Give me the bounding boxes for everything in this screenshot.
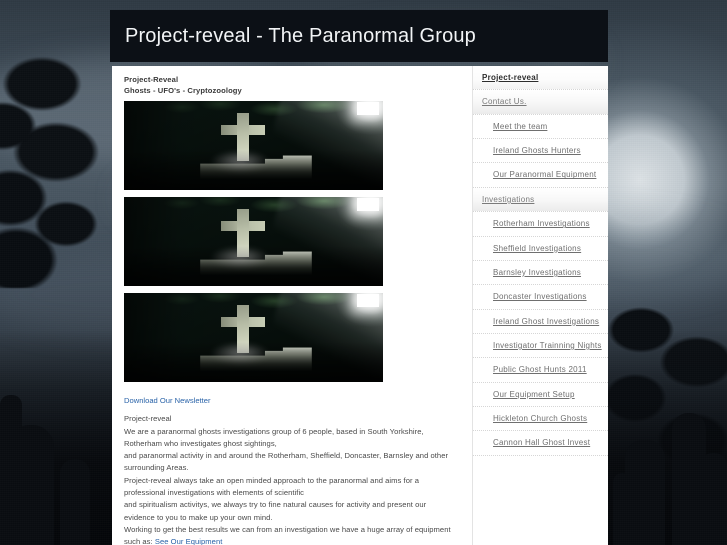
download-newsletter-link[interactable]: Download Our Newsletter — [124, 396, 211, 405]
photo-cross-1 — [124, 101, 383, 191]
sidebar-item-ireland-ghosts-hunters[interactable]: Ireland Ghosts Hunters — [473, 139, 608, 164]
sidebar-item-investigations[interactable]: Investigations — [473, 187, 608, 213]
content-heading-line-1: Project-Reveal — [124, 75, 179, 84]
photo-vignette — [124, 293, 383, 383]
site-title: Project-reveal - The Paranormal Group — [125, 24, 476, 47]
body-line: and paranormal activity in and around th… — [124, 451, 449, 461]
body-line: Working to get the best results we can f… — [124, 524, 451, 534]
sidebar-item-our-equipment-setup[interactable]: Our Equipment Setup — [473, 382, 608, 408]
photo-vignette — [124, 101, 383, 191]
sidebar-item-public-ghost-hunts-2011[interactable]: Public Ghost Hunts 2011 — [473, 358, 608, 383]
sidebar-item-project-reveal[interactable]: Project-reveal — [473, 66, 608, 91]
tombstone-silhouette — [60, 459, 90, 545]
body-line-prefix: such as: — [124, 537, 155, 545]
sidebar-item-rotherham-investigations[interactable]: Rotherham Investigations — [473, 212, 608, 237]
sidebar-item-investigator-trainning-nights[interactable]: Investigator Trainning Nights — [473, 333, 608, 359]
body-copy: Project-reveal We are a paranormal ghost… — [124, 413, 464, 545]
photo-vignette — [124, 197, 383, 287]
see-our-equipment-link[interactable]: See Our Equipment — [155, 537, 223, 545]
sidebar-navigation: Project-reveal Contact Us. Meet the team Ir… — [472, 66, 608, 545]
sidebar-item-hickleton-church-ghosts[interactable]: Hickleton Church Ghosts — [473, 407, 608, 432]
photo-cross-3 — [124, 293, 383, 383]
body-line: professional investigations with element… — [124, 488, 305, 498]
body-line: Project-reveal — [124, 414, 172, 424]
body-last-line: such as: See Our Equipment — [124, 536, 464, 545]
body-line: Project-reveal always take an open minde… — [124, 475, 419, 485]
body-paragraph: Project-reveal We are a paranormal ghost… — [124, 413, 464, 545]
sidebar-item-sheffield-investigations[interactable]: Sheffield Investigations — [473, 236, 608, 261]
body-line: We are a paranormal ghosts investigation… — [124, 426, 424, 436]
newsletter-row: Download Our Newsletter — [124, 389, 464, 410]
sidebar-item-barnsley-investigations[interactable]: Barnsley Investigations — [473, 260, 608, 286]
body-line: Rotherham who investigates ghost sightin… — [124, 438, 277, 448]
tombstone-silhouette — [700, 453, 727, 545]
sidebar-item-contact-us[interactable]: Contact Us. — [473, 90, 608, 115]
sidebar-item-meet-the-team[interactable]: Meet the team — [473, 114, 608, 140]
main-content: Project-Reveal Ghosts - UFO's - Cryptozo… — [112, 66, 472, 545]
site-header: Project-reveal - The Paranormal Group — [110, 10, 608, 62]
sidebar-item-our-paranormal-equipment[interactable]: Our Paranormal Equipment — [473, 163, 608, 188]
body-line: and spiritualism activitys, we always tr… — [124, 500, 427, 510]
content-heading-line-2: Ghosts - UFO's - Cryptozoology — [124, 86, 242, 96]
tombstone-silhouette — [625, 440, 665, 545]
sidebar-item-cannon-hall-ghost-invest[interactable]: Cannon Hall Ghost Invest — [473, 431, 608, 456]
body-line: surrounding Areas. — [124, 463, 189, 473]
sidebar-item-doncaster-investigations[interactable]: Doncaster Investigations — [473, 285, 608, 310]
sidebar-item-ireland-ghost-investigations[interactable]: Ireland Ghost Investigations — [473, 309, 608, 334]
tombstone-silhouette — [8, 425, 54, 545]
content-heading: Project-Reveal Ghosts - UFO's - Cryptozo… — [124, 74, 464, 96]
photo-cross-2 — [124, 197, 383, 287]
body-line: evidence to you to make up your own mind… — [124, 512, 273, 522]
page-panel: Project-Reveal Ghosts - UFO's - Cryptozo… — [112, 66, 608, 545]
